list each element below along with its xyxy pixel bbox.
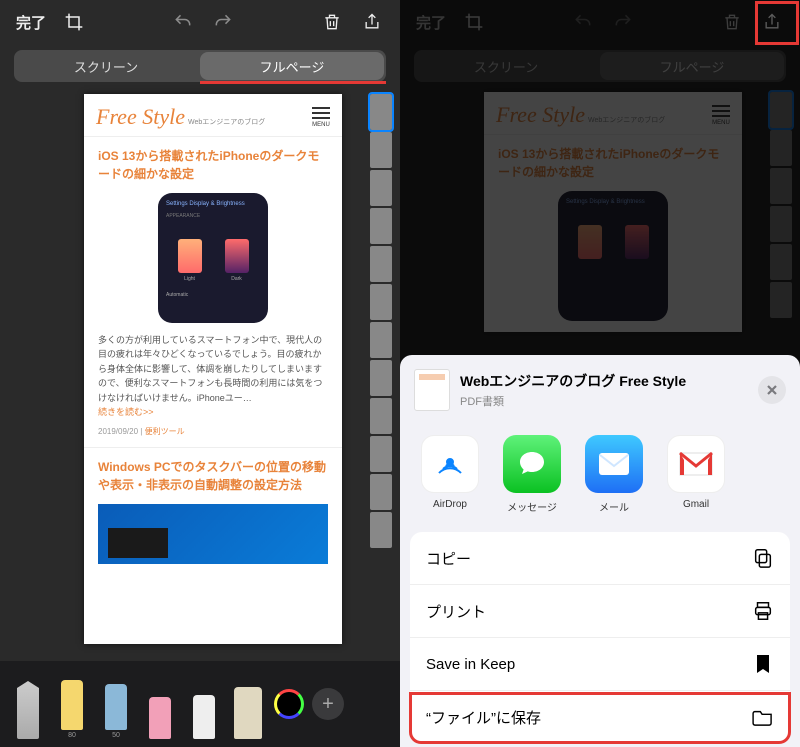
app-airdrop[interactable]: AirDrop	[418, 435, 482, 514]
page-preview: Free Style Webエンジニアのブログ MENU iOS 13から搭載さ…	[484, 92, 742, 332]
article-image-2	[98, 504, 328, 564]
trash-icon[interactable]	[714, 5, 750, 39]
thumbnail[interactable]	[370, 208, 392, 244]
share-icon[interactable]	[354, 5, 390, 39]
thumbnail[interactable]	[370, 132, 392, 168]
page-thumbnails[interactable]	[370, 94, 396, 654]
page-preview[interactable]: Free Style Webエンジニアのブログ MENU iOS 13から搭載さ…	[84, 94, 342, 644]
share-icon[interactable]	[754, 5, 790, 39]
bookmark-icon	[752, 653, 774, 675]
lasso-tool[interactable]	[186, 669, 222, 739]
tab-fullpage: フルページ	[600, 52, 784, 80]
ruler-tool[interactable]	[230, 669, 266, 739]
thumbnail[interactable]	[370, 474, 392, 510]
gmail-icon	[667, 435, 725, 493]
thumbnail[interactable]	[370, 360, 392, 396]
folder-icon	[752, 706, 774, 728]
undo-icon[interactable]	[565, 6, 601, 38]
thumbnail[interactable]	[370, 170, 392, 206]
app-gmail[interactable]: Gmail	[664, 435, 728, 514]
share-sheet: Webエンジニアのブログ Free Style PDF書類 AirDrop	[400, 355, 800, 747]
article-meta: 2019/09/20 | 便利ツール	[98, 426, 328, 437]
marker-tool[interactable]: 80	[54, 669, 90, 739]
read-more-link: 続きを読む>>	[98, 405, 328, 418]
editor-toolbar: 完了	[400, 0, 800, 44]
app-mail[interactable]: メール	[582, 435, 646, 514]
markup-toolbar: 80 50 +	[0, 661, 400, 747]
article-title: iOS 13から搭載されたiPhoneのダークモードの細かな設定	[98, 147, 328, 183]
share-subtitle: PDF書類	[460, 393, 748, 409]
airdrop-icon	[421, 435, 479, 493]
eraser-tool[interactable]	[142, 669, 178, 739]
close-icon[interactable]	[758, 376, 786, 404]
redo-icon[interactable]	[605, 6, 641, 38]
trash-icon[interactable]	[314, 5, 350, 39]
thumbnail[interactable]	[370, 512, 392, 548]
add-button[interactable]: +	[312, 688, 344, 720]
crop-icon[interactable]	[56, 6, 92, 38]
share-action-list: コピー プリント Save in Keep	[410, 532, 790, 743]
pencil-tool[interactable]: 50	[98, 669, 134, 739]
site-tagline: Webエンジニアのブログ	[188, 119, 265, 126]
thumbnail[interactable]	[370, 436, 392, 472]
editor-toolbar: 完了	[0, 0, 400, 44]
messages-icon	[503, 435, 561, 493]
mode-segmented-control: スクリーン フルページ	[414, 50, 786, 82]
tab-screen[interactable]: スクリーン	[14, 50, 198, 82]
print-icon	[752, 600, 774, 622]
action-copy[interactable]: コピー	[410, 532, 790, 585]
hamburger-icon: MENU	[312, 107, 330, 128]
mode-segmented-control[interactable]: スクリーン フルページ	[14, 50, 386, 82]
action-print[interactable]: プリント	[410, 585, 790, 638]
thumbnail[interactable]	[370, 398, 392, 434]
crop-icon[interactable]	[456, 6, 492, 38]
share-title: Webエンジニアのブログ Free Style	[460, 371, 748, 391]
done-button[interactable]: 完了	[410, 6, 452, 39]
article-body: 多くの方が利用しているスマートフォン中で、現代人の目の疲れは年々ひどくなっている…	[98, 333, 328, 405]
undo-icon[interactable]	[165, 6, 201, 38]
action-keep[interactable]: Save in Keep	[410, 638, 790, 691]
document-thumbnail	[414, 369, 450, 411]
article-image: Settings Display & Brightness APPEARANCE…	[158, 193, 268, 323]
thumbnail[interactable]	[370, 322, 392, 358]
copy-icon	[752, 547, 774, 569]
app-messages[interactable]: メッセージ	[500, 435, 564, 514]
done-button[interactable]: 完了	[10, 6, 52, 39]
redo-icon[interactable]	[205, 6, 241, 38]
tab-fullpage[interactable]: フルページ	[200, 52, 384, 80]
tab-screen: スクリーン	[414, 50, 598, 82]
thumbnail[interactable]	[370, 94, 392, 130]
pen-tool[interactable]	[10, 669, 46, 739]
action-save-to-files[interactable]: “ファイル”に保存	[410, 691, 790, 743]
thumbnail[interactable]	[370, 246, 392, 282]
share-app-row: AirDrop メッセージ メール	[400, 423, 800, 532]
thumbnail[interactable]	[370, 284, 392, 320]
site-logo: Free Style	[96, 104, 185, 129]
article-title-2: Windows PCでのタスクバーの位置の移動や表示・非表示の自動調整の設定方法	[98, 458, 328, 494]
color-picker[interactable]	[274, 689, 304, 719]
mail-icon	[585, 435, 643, 493]
